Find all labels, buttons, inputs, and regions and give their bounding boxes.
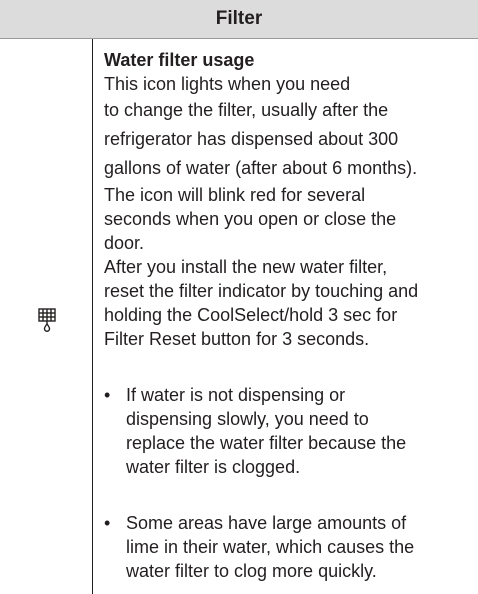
bullet-line: If water is not dispensing or <box>126 385 346 405</box>
body-line: This icon lights when you need <box>104 74 351 94</box>
body-line: door. <box>104 233 145 253</box>
bullet-line: water filter to clog more quickly. <box>126 561 377 581</box>
body-line: reset the filter indicator by touching a… <box>104 281 419 301</box>
bullet-item: If water is not dispensing or dispensing… <box>104 383 470 479</box>
icon-cell <box>0 39 92 594</box>
bullet-list: If water is not dispensing or dispensing… <box>104 383 470 583</box>
bullet-line: Some areas have large amounts of <box>126 513 407 533</box>
body-line: After you install the new water filter, <box>104 257 388 277</box>
bullet-line: replace the water filter because the <box>126 433 407 453</box>
filter-description: Water filter usage This icon lights when… <box>104 48 470 583</box>
body-line: gallons of water (after about 6 months). <box>104 158 418 178</box>
bullet-line: dispensing slowly, you need to <box>126 409 369 429</box>
body-line: holding the CoolSelect/hold 3 sec for <box>104 305 398 325</box>
bullet-item: Some areas have large amounts of lime in… <box>104 511 470 583</box>
bullet-line: water filter is clogged. <box>126 457 301 477</box>
body-line: The icon will blink red for several <box>104 185 366 205</box>
table-header: Filter <box>0 0 478 39</box>
section-title: Water filter usage <box>104 50 255 70</box>
bullet-line: lime in their water, which causes the <box>126 537 415 557</box>
header-title: Filter <box>215 8 263 29</box>
column-divider <box>92 39 93 594</box>
body-line: seconds when you open or close the <box>104 209 397 229</box>
body-line: refrigerator has dispensed about 300 <box>104 129 399 149</box>
water-filter-icon <box>38 308 56 332</box>
body-line: Filter Reset button for 3 seconds. <box>104 329 370 349</box>
body-line: to change the filter, usually after the <box>104 100 389 120</box>
